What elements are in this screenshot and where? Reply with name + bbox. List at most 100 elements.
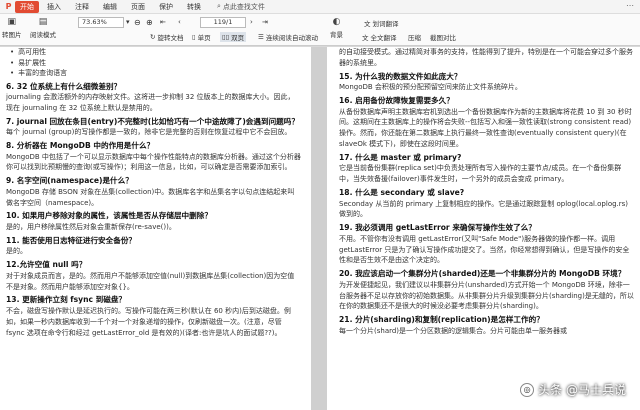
single-page-icon: ▯ — [192, 33, 196, 41]
menu-protect[interactable]: 保护 — [159, 2, 173, 12]
menu-annotate[interactable]: 注释 — [75, 2, 89, 12]
qa-block: 16. 启用备份故障恢复需要多久？ 从备份数据库声明主数据库宕机到选出一个备份数… — [339, 96, 634, 150]
search-box[interactable]: ⌕ 点此查找文件 — [217, 2, 265, 12]
qa-block: 10. 如果用户移除对象的属性，该属性是否从存储层中删除？ 是的，用户移除属性然… — [6, 211, 301, 232]
screenshot-compare-button[interactable]: 截图对比 — [430, 32, 456, 42]
next-page-icon[interactable]: › — [250, 18, 253, 26]
continuous-read-button[interactable]: ☰ 连续阅读 — [258, 32, 292, 42]
answer-text: journaling 会激活额外的内存映射文件。这将进一步抑制 32 位版本上的… — [6, 93, 295, 112]
last-page-icon[interactable]: ⇥ — [262, 18, 268, 26]
screenshot-compare-label: 截图对比 — [430, 34, 456, 42]
full-translate-label: 全文翻译 — [370, 34, 397, 42]
search-placeholder: 点此查找文件 — [222, 2, 265, 11]
rotate-doc-button[interactable]: ↻ 旋转文档 — [150, 32, 183, 42]
document-page-left: • 高可用性 • 易扩展性 • 丰富的查询语言 6. 32 位系统上有什么细微差别？ … — [0, 47, 311, 410]
answer-text: 从备份数据库声明主数据库宕机到选出一个备份数据库作为新的主数据库将花费 10 到… — [339, 107, 632, 148]
word-translate-button[interactable]: 文 划词翻译 — [364, 18, 399, 28]
page-total: /1 — [226, 18, 233, 26]
list-item: • 丰富的查询语言 — [10, 69, 68, 77]
question-heading: 16. 启用备份故障恢复需要多久？ — [339, 95, 454, 105]
watermark-logo-icon: ◎ — [520, 382, 535, 397]
question-heading: 8. 分析器在 MongoDB 中的作用是什么？ — [6, 141, 155, 151]
qa-block: 21. 分片(sharding)和复制(replication)是怎样工作的？ … — [339, 315, 634, 336]
answer-text: 为开发便捷起见，我们建议以非集群分片(unsharded)方式开始一个 Mong… — [339, 280, 634, 311]
qa-block: 6. 32 位系统上有什么细微差别？ journaling 会激活额外的内存映射… — [6, 82, 301, 114]
question-heading: 12.允许空值 null 吗？ — [6, 260, 87, 270]
convert-image-label: 转图片 — [2, 31, 22, 39]
menu-start[interactable]: 开始 — [15, 0, 39, 13]
qa-block: 9. 名字空间(namespace)是什么？ MongoDB 存储 BSON 对… — [6, 176, 301, 208]
rotate-label: 旋转文档 — [157, 34, 184, 42]
answer-text: MongoDB 存储 BSON 对象在丛集(collection)中。数据库名字… — [6, 187, 295, 207]
continuous-label: 连续阅读 — [265, 34, 292, 42]
question-heading: 7. journal 回放在条目(entry)不完整时(比如恰巧有一个中途故障了… — [6, 116, 299, 126]
qa-block: 13. 更新操作立刻 fsync 到磁盘？ 不会，磁盘写操作默认是延迟执行的。写… — [6, 295, 301, 338]
background-icon: ◐ — [332, 17, 341, 27]
full-translate-button[interactable]: 文 全文翻译 — [362, 32, 397, 42]
qa-block: 7. journal 回放在条目(entry)不完整时(比如恰巧有一个中途故障了… — [6, 117, 301, 138]
convert-image-button[interactable]: ▣ 转图片 — [2, 17, 22, 39]
zoom-input[interactable]: 73.63% — [78, 17, 124, 28]
background-label: 背景 — [330, 31, 343, 39]
first-page-icon[interactable]: ⇤ — [160, 18, 166, 26]
answer-text: 每一个分片(shard)是一个分区数据的逻辑集合。分片可能由单一服务器或 — [339, 326, 568, 335]
single-page-button[interactable]: ▯ 单页 — [192, 32, 211, 42]
zoom-dropdown-icon[interactable]: ▾ — [126, 18, 130, 26]
word-translate-label: 划词翻译 — [372, 20, 399, 28]
qa-block: 11. 能否使用日志特征进行安全备份？ 是的。 — [6, 236, 301, 257]
list-item-text: 丰富的查询语言 — [18, 69, 68, 77]
more-icon[interactable]: ⋯ — [626, 1, 634, 10]
compress-button[interactable]: 压缩 — [408, 32, 421, 42]
zoom-in-icon[interactable]: ⊕ — [146, 18, 153, 27]
qa-block: 19. 我必须调用 getLastError 来确保写操作生效了么？ 不用。不管… — [339, 223, 634, 266]
answer-text: MongoDB 会积极的预分配预留空间来防止文件系统碎片。 — [339, 83, 522, 92]
qa-block: 15. 为什么我的数据文件如此庞大？ MongoDB 会积极的预分配预留空间来防… — [339, 72, 634, 93]
compress-label: 压缩 — [408, 34, 421, 42]
zoom-out-icon[interactable]: ⊖ — [134, 18, 141, 27]
menu-edit[interactable]: 编辑 — [103, 2, 117, 12]
answer-text: 是的。 — [6, 247, 27, 256]
list-item: • 易扩展性 — [10, 58, 47, 67]
menu-insert[interactable]: 插入 — [47, 2, 61, 12]
answer-text: 是的，用户移除属性然后对象会重新保存(re-save())。 — [6, 223, 176, 232]
question-heading: 19. 我必须调用 getLastError 来确保写操作生效了么？ — [339, 223, 536, 233]
double-page-button[interactable]: ▯▯ 双页 — [220, 32, 247, 42]
background-button[interactable]: ◐ 背景 — [330, 17, 343, 39]
answer-text: Seconday 从当前的 primary 上复制相应的操作。它是通过跟踪复制 … — [339, 199, 629, 219]
double-page-label: 双页 — [231, 34, 245, 42]
list-item: • 高可用性 — [10, 48, 47, 56]
question-heading: 13. 更新操作立刻 fsync 到磁盘？ — [6, 295, 127, 305]
qa-block: 12.允许空值 null 吗？ 对于对象成员而言，是的。然而用户不能够添加空值(… — [6, 260, 301, 292]
question-heading: 18. 什么是 secondary 或 slave? — [339, 187, 465, 197]
rotate-icon: ↻ — [150, 33, 156, 41]
read-mode-button[interactable]: ▤ 阅读模式 — [30, 17, 56, 39]
document-page-right: 的自动接受模式。通过精简对事务的支持，性能得到了提升，特别是在一个可能会穿过多个… — [327, 47, 640, 410]
continuous-icon: ☰ — [258, 33, 264, 41]
menu-page[interactable]: 页面 — [131, 2, 145, 12]
toolbar: ▣ 转图片 ▤ 阅读模式 73.63% ▾ ⊖ ⊕ ⇤ ‹ 119/1 › ⇥ … — [0, 14, 640, 46]
question-heading: 10. 如果用户移除对象的属性，该属性是否从存储层中删除？ — [6, 211, 212, 221]
answer-text: 它是当前备份集群(replica set)中负责处理所有写入操作的主要节点/成员… — [339, 164, 622, 184]
answer-text: 不会，磁盘写操作默认是延迟执行的。写操作可能在两三秒(默认在 60 秒内)后到达… — [6, 307, 291, 337]
qa-block: 8. 分析器在 MongoDB 中的作用是什么？ MongoDB 中包括了一个可… — [6, 141, 301, 173]
question-heading: 15. 为什么我的数据文件如此庞大？ — [339, 71, 462, 81]
answer-text: 每个 journal (group)的写操作都是一致的，除非它是完整的否则在恢复… — [6, 128, 292, 137]
search-icon: ⌕ — [217, 2, 221, 10]
list-item-text: 易扩展性 — [18, 58, 47, 67]
auto-scroll-button[interactable]: 自动滚动 — [292, 32, 318, 42]
menu-convert[interactable]: 转换 — [187, 2, 201, 12]
read-mode-label: 阅读模式 — [30, 31, 56, 39]
menu-bar: P 开始 插入 注释 编辑 页面 保护 转换 ⌕ 点此查找文件 ⋯ — [0, 0, 640, 14]
question-heading: 20. 我应该启动一个集群分片(sharded)还是一个非集群分片的 Mongo… — [339, 269, 626, 279]
qa-block: 18. 什么是 secondary 或 slave? Seconday 从当前的… — [339, 188, 634, 220]
question-heading: 6. 32 位系统上有什么细微差别？ — [6, 81, 122, 91]
read-icon: ▤ — [38, 17, 48, 27]
answer-text: 不用。不管你有没有调用 getLastError(又叫"Safe Mode")服… — [339, 234, 630, 265]
translate-icon: 文 — [364, 20, 371, 28]
app-logo-icon: P — [5, 1, 12, 11]
convert-icon: ▣ — [7, 17, 16, 27]
page-number-input[interactable]: 119/1 — [200, 17, 246, 28]
qa-block: 20. 我应该启动一个集群分片(sharded)还是一个非集群分片的 Mongo… — [339, 269, 634, 312]
prev-page-icon[interactable]: ‹ — [178, 18, 181, 26]
window-controls: ⋯ — [626, 1, 634, 10]
